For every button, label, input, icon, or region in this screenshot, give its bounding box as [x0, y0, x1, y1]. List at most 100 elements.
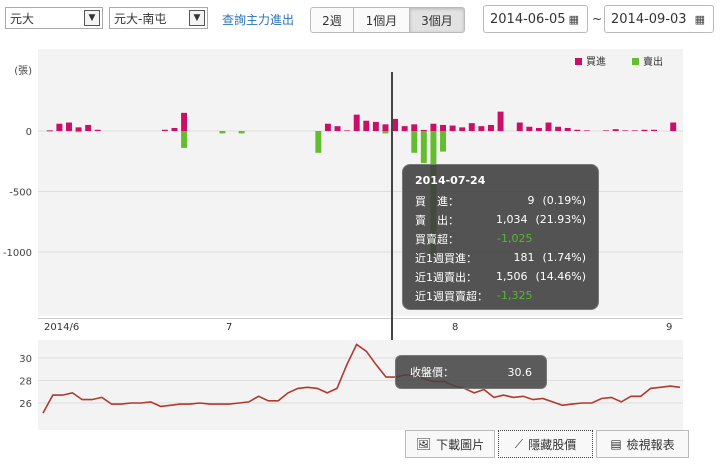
tooltip-row-percent: (0.19%)	[542, 194, 586, 207]
period-3months-button[interactable]: 3個月	[409, 7, 465, 33]
buy-bar	[171, 127, 178, 131]
buy-bar	[641, 129, 648, 131]
y-unit-label: (張)	[14, 65, 32, 77]
buy-bar	[516, 122, 523, 131]
date-separator: ~	[592, 12, 603, 26]
table-icon: ▤	[610, 437, 622, 451]
tooltip-row-value: 9	[527, 194, 535, 207]
broker-select[interactable]: 元大 ▼	[5, 7, 103, 29]
start-date-value: 2014-06-05	[490, 11, 566, 27]
x-tick-label: 7	[226, 322, 233, 333]
end-date-value: 2014-09-03	[611, 11, 687, 27]
buy-bar	[631, 130, 638, 131]
legend-sell-label: 賣出	[643, 55, 663, 68]
branch-select[interactable]: 元大-南屯 ▼	[109, 7, 208, 29]
buy-bar	[574, 129, 581, 131]
buy-bar	[372, 121, 379, 131]
chevron-down-icon[interactable]: ▼	[84, 10, 100, 26]
sell-bar	[382, 131, 389, 134]
volume-tooltip: 2014-07-24 買 進： 9 (0.19%) 賣 出： 1,034 (21.93%)…	[402, 164, 599, 310]
buy-bar	[449, 125, 456, 131]
buy-bar	[545, 122, 552, 131]
buy-bar	[420, 129, 427, 131]
buy-bar	[440, 124, 446, 131]
buy-bar	[651, 129, 657, 131]
buy-bar	[56, 123, 63, 131]
tooltip-row-label: 買賣超：	[415, 232, 459, 246]
legend-sell-swatch	[632, 58, 639, 65]
price-tick-label: 26	[19, 399, 32, 410]
buy-bar	[583, 130, 590, 131]
buy-bar	[94, 129, 101, 131]
buy-bar	[670, 122, 677, 131]
price-chart: 30 28 26	[19, 343, 683, 414]
buy-bar	[478, 126, 485, 131]
tooltip-row: 買 進： 9 (0.19%)	[415, 191, 586, 210]
tooltip-row-value: -1,025	[497, 232, 533, 245]
line-chart-icon: ⟋	[514, 436, 524, 451]
query-main-force-link[interactable]: 查詢主力進出	[222, 11, 294, 28]
period-1month-button[interactable]: 1個月	[353, 7, 410, 33]
tooltip-row: 買賣超： -1,025	[415, 229, 586, 248]
buy-bar	[363, 120, 370, 131]
x-tick-label: 8	[452, 322, 459, 333]
tooltip-row-label: 買 進：	[415, 194, 459, 208]
tooltip-row: 近1週買進： 181 (1.74%)	[415, 248, 586, 267]
calendar-icon[interactable]: ▦	[569, 13, 579, 26]
tooltip-date: 2014-07-24	[415, 174, 486, 187]
buy-bar	[622, 130, 629, 131]
tooltip-row-percent: (14.46%)	[535, 270, 586, 283]
tooltip-row-value: -1,325	[497, 289, 533, 302]
start-date-input[interactable]: 2014-06-05 ▦	[483, 5, 588, 33]
sell-bar	[46, 131, 53, 132]
chevron-down-icon[interactable]: ▼	[189, 10, 205, 26]
tooltip-row-percent: (1.74%)	[542, 251, 586, 264]
period-2weeks-button[interactable]: 2週	[310, 7, 354, 33]
tooltip-row-value: 1,506	[495, 270, 528, 283]
hide-price-button[interactable]: ⟋ 隱藏股價	[498, 430, 593, 458]
tooltip-row-percent: (21.93%)	[535, 213, 586, 226]
buy-bar	[488, 124, 494, 131]
tooltip-row-value: 1,034	[495, 213, 528, 226]
calendar-icon[interactable]: ▦	[695, 13, 705, 26]
buy-bar	[535, 127, 542, 131]
y-tick-label: -500	[9, 188, 32, 199]
buy-bar	[46, 130, 53, 131]
download-image-button[interactable]: 🖼 下載圖片	[405, 430, 495, 458]
view-report-label: 檢視報表	[626, 437, 675, 452]
sell-bar	[411, 131, 418, 153]
download-image-label: 下載圖片	[436, 437, 485, 452]
sell-bar	[315, 131, 322, 153]
end-date-input[interactable]: 2014-09-03 ▦	[604, 5, 714, 33]
branch-select-value: 元大-南屯	[114, 11, 167, 26]
x-axis-line	[38, 318, 683, 319]
buy-bar	[181, 112, 188, 131]
buy-bar	[612, 129, 619, 131]
y-tick-label: -1000	[3, 248, 32, 259]
sell-bar	[420, 131, 427, 164]
legend-buy-label: 買進	[586, 56, 606, 68]
buy-bar	[411, 124, 418, 131]
buy-bar	[344, 130, 351, 131]
sell-bar	[440, 131, 446, 152]
buy-bar	[334, 126, 341, 131]
buy-bar	[85, 124, 92, 131]
buy-bar	[324, 123, 331, 131]
buy-bar	[459, 127, 466, 131]
sell-bar	[219, 131, 226, 134]
tooltip-row-label: 近1週買賣超：	[415, 289, 488, 303]
tooltip-row: 賣 出： 1,034 (21.93%)	[415, 210, 586, 229]
view-report-button[interactable]: ▤ 檢視報表	[596, 430, 689, 458]
buy-bar	[66, 122, 72, 131]
buy-bar	[353, 114, 360, 131]
tooltip-row-value: 181	[513, 251, 535, 264]
sell-bar	[238, 131, 245, 134]
y-tick-label: 0	[26, 127, 32, 138]
price-tooltip-value: 30.6	[507, 365, 533, 379]
tooltip-row: 近1週買賣超： -1,325	[415, 286, 586, 305]
price-tick-label: 28	[19, 377, 32, 388]
buy-bar	[555, 126, 562, 131]
tooltip-row: 近1週賣出： 1,506 (14.46%)	[415, 267, 586, 286]
sell-bar	[181, 131, 188, 148]
tooltip-row-label: 近1週買進：	[415, 251, 477, 265]
